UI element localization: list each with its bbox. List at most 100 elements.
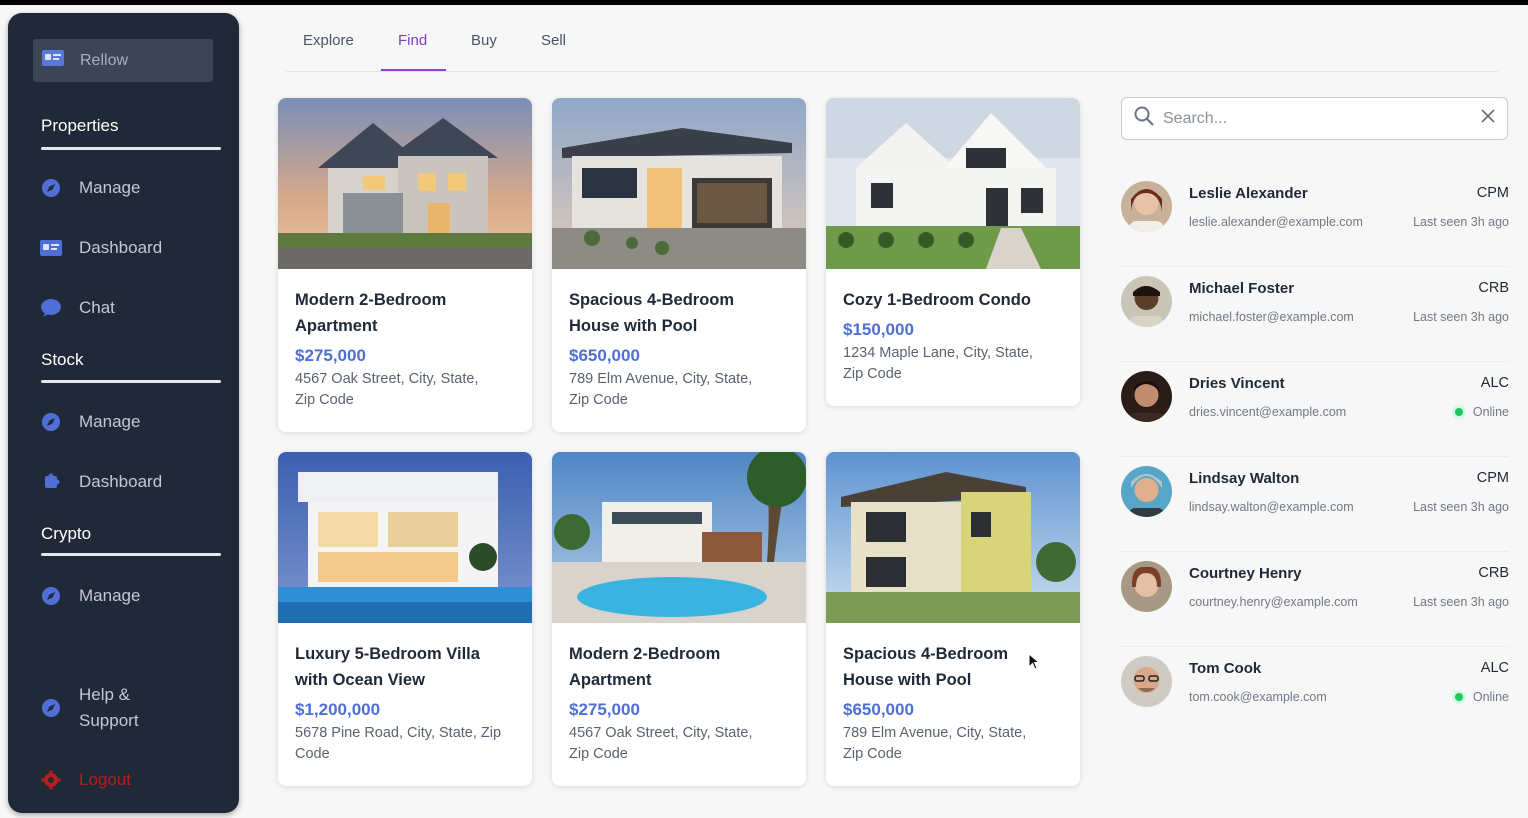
sidebar-item-label: Chat (79, 298, 115, 317)
divider (41, 147, 221, 150)
logout-button[interactable]: Logout (40, 769, 131, 791)
listing-price: $1,200,000 (295, 700, 381, 719)
person-status: Online (1454, 690, 1509, 704)
sidebar-item-label: Manage (79, 586, 141, 605)
divider (41, 553, 221, 556)
person-email: lindsay.walton@example.com (1189, 500, 1354, 514)
listing-card[interactable]: Modern 2-Bedroom Apartment $275,000 4567 … (278, 98, 532, 432)
puzzle-icon (40, 471, 62, 493)
listing-title: Cozy 1-Bedroom Condo (843, 291, 1031, 309)
list-item[interactable]: Dries Vincent dries.vincent@example.com … (1121, 362, 1509, 457)
house-photo (278, 98, 532, 269)
help-line-2: Support (79, 711, 139, 730)
list-item[interactable]: Courtney Henry courtney.henry@example.co… (1121, 552, 1509, 647)
compass-icon (40, 697, 62, 719)
id-card-icon (40, 237, 62, 259)
listing-price: $650,000 (843, 700, 914, 719)
sidebar-item-stock-manage[interactable]: Manage (40, 411, 140, 433)
person-name: Lindsay Walton (1189, 470, 1300, 487)
house-photo (552, 98, 806, 269)
search-icon (1134, 106, 1154, 131)
brand-label: Rellow (80, 51, 129, 69)
sidebar-item-crypto-manage[interactable]: Manage (40, 585, 140, 607)
listing-address: 1234 Maple Lane, City, State, Zip Code (843, 345, 1033, 382)
listing-card[interactable]: Luxury 5-Bedroom Villa with Ocean View $1… (278, 452, 532, 786)
listing-card[interactable]: Spacious 4-Bedroom House with Pool $650,0… (826, 452, 1080, 786)
sidebar-item-stock-dashboard[interactable]: Dashboard (40, 471, 162, 493)
help-line-1: Help & (79, 685, 131, 704)
person-email: tom.cook@example.com (1189, 690, 1327, 704)
person-name: Leslie Alexander (1189, 185, 1308, 202)
compass-icon (40, 585, 62, 607)
tab-explore[interactable]: Explore (303, 32, 354, 49)
person-role: CPM (1476, 185, 1509, 201)
house-photo (278, 452, 532, 623)
divider (41, 380, 221, 383)
person-status: Last seen 3h ago (1413, 595, 1509, 609)
list-item[interactable]: Lindsay Walton lindsay.walton@example.co… (1121, 457, 1509, 552)
avatar (1121, 276, 1172, 327)
listing-address: 789 Elm Avenue, City, State, Zip Code (843, 725, 1027, 762)
tab-bar: Explore Find Buy Sell (286, 5, 1498, 72)
sidebar-item-properties-manage[interactable]: Manage (40, 177, 140, 199)
online-indicator (1454, 693, 1463, 701)
person-email: courtney.henry@example.com (1189, 595, 1358, 609)
person-status: Online (1454, 405, 1509, 419)
listing-address: 5678 Pine Road, City, State, Zip Code (295, 725, 502, 762)
listing-title: Luxury 5-Bedroom Villa with Ocean View (295, 645, 480, 689)
house-photo (552, 452, 806, 623)
section-title-crypto: Crypto (41, 524, 92, 543)
section-title-properties: Properties (41, 116, 119, 135)
listing-price: $275,000 (295, 346, 366, 365)
compass-icon (40, 177, 62, 199)
person-name: Michael Foster (1189, 280, 1295, 297)
section-title-stock: Stock (41, 350, 84, 369)
sidebar-item-help-support[interactable]: Help & Support (40, 682, 139, 734)
person-name: Courtney Henry (1189, 565, 1302, 582)
person-email: dries.vincent@example.com (1189, 405, 1347, 419)
person-status: Last seen 3h ago (1413, 500, 1509, 514)
person-name: Tom Cook (1189, 660, 1262, 677)
app-window: Rellow Properties Manage Dashboard Chat … (0, 5, 1528, 818)
person-role: ALC (1480, 660, 1509, 676)
person-status: Last seen 3h ago (1413, 215, 1509, 229)
list-item[interactable]: Michael Foster michael.foster@example.co… (1121, 267, 1509, 362)
person-role: CRB (1478, 280, 1509, 296)
house-photo (826, 452, 1080, 623)
sidebar-item-label: Dashboard (79, 472, 163, 491)
listing-title: Spacious 4-Bedroom House with Pool (569, 291, 735, 335)
online-indicator (1454, 408, 1463, 416)
person-name: Dries Vincent (1189, 375, 1285, 392)
close-icon[interactable] (1481, 109, 1495, 128)
tab-buy[interactable]: Buy (471, 32, 497, 49)
gear-icon (40, 769, 62, 791)
listing-address: 789 Elm Avenue, City, State, Zip Code (569, 371, 753, 408)
sidebar-item-properties-dashboard[interactable]: Dashboard (40, 237, 162, 259)
person-status: Last seen 3h ago (1413, 310, 1509, 324)
sidebar: Rellow Properties Manage Dashboard Chat … (8, 13, 239, 813)
sidebar-item-properties-chat[interactable]: Chat (40, 297, 115, 319)
listing-card[interactable]: Cozy 1-Bedroom Condo $150,000 1234 Maple… (826, 98, 1080, 406)
listing-address: 4567 Oak Street, City, State, Zip Code (295, 371, 479, 408)
person-role: ALC (1480, 375, 1509, 391)
sidebar-item-label: Manage (79, 178, 141, 197)
listing-card[interactable]: Modern 2-Bedroom Apartment $275,000 4567 … (552, 452, 806, 786)
logout-label: Logout (79, 770, 131, 789)
listing-price: $275,000 (569, 700, 640, 719)
person-email: leslie.alexander@example.com (1189, 215, 1363, 229)
avatar (1121, 181, 1172, 232)
tab-find[interactable]: Find (398, 32, 427, 49)
compass-icon (40, 411, 62, 433)
chat-bubble-icon (40, 297, 62, 319)
listing-card[interactable]: Spacious 4-Bedroom House with Pool $650,0… (552, 98, 806, 432)
list-item[interactable]: Leslie Alexander leslie.alexander@exampl… (1121, 172, 1509, 267)
tab-sell[interactable]: Sell (541, 32, 566, 49)
person-role: CPM (1476, 470, 1509, 486)
search-input[interactable] (1163, 109, 1481, 128)
person-email: michael.foster@example.com (1189, 310, 1354, 324)
brand-button[interactable]: Rellow (33, 39, 213, 82)
listing-title: Modern 2-Bedroom Apartment (295, 291, 447, 335)
mouse-cursor-icon (1028, 653, 1040, 670)
sidebar-item-label: Dashboard (79, 238, 163, 257)
list-item[interactable]: Tom Cook tom.cook@example.com ALC Online (1121, 647, 1509, 742)
